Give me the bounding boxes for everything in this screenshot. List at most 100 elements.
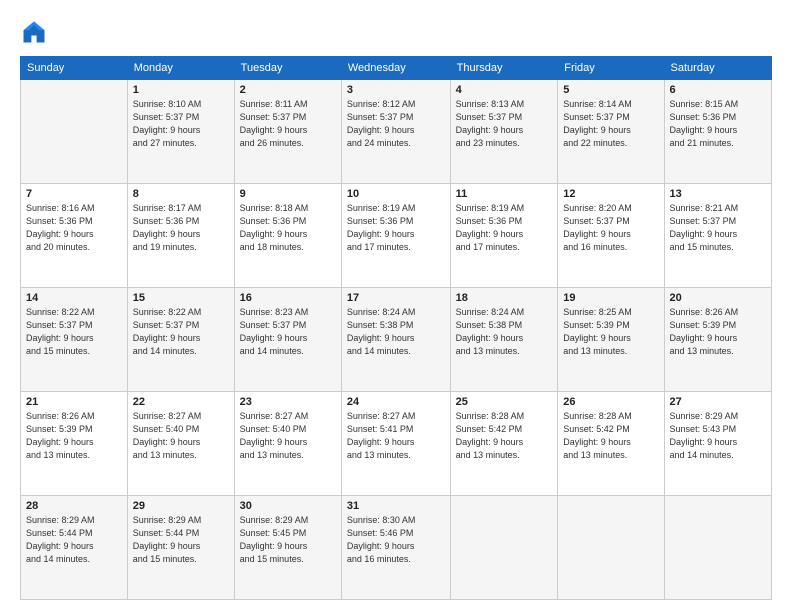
day-info: Sunrise: 8:22 AMSunset: 5:37 PMDaylight:… [26,306,122,358]
day-number: 14 [26,292,122,304]
day-info: Sunrise: 8:12 AMSunset: 5:37 PMDaylight:… [347,98,445,150]
calendar-header-sunday: Sunday [21,57,128,80]
day-cell: 13 Sunrise: 8:21 AMSunset: 5:37 PMDayligh… [664,184,771,288]
day-info: Sunrise: 8:25 AMSunset: 5:39 PMDaylight:… [563,306,658,358]
day-number: 5 [563,84,658,96]
day-number: 21 [26,396,122,408]
day-number: 31 [347,500,445,512]
day-info: Sunrise: 8:19 AMSunset: 5:36 PMDaylight:… [347,202,445,254]
day-cell: 28 Sunrise: 8:29 AMSunset: 5:44 PMDayligh… [21,496,128,600]
day-info: Sunrise: 8:22 AMSunset: 5:37 PMDaylight:… [133,306,229,358]
day-cell: 16Sunrise: 8:23 AMSunset: 5:37 PMDayligh… [234,288,341,392]
day-cell: 21 Sunrise: 8:26 AMSunset: 5:39 PMDayligh… [21,392,128,496]
day-info: Sunrise: 8:28 AMSunset: 5:42 PMDaylight:… [563,410,658,462]
day-cell: 14 Sunrise: 8:22 AMSunset: 5:37 PMDayligh… [21,288,128,392]
day-cell: 30 Sunrise: 8:29 AMSunset: 5:45 PMDayligh… [234,496,341,600]
day-info: Sunrise: 8:24 AMSunset: 5:38 PMDaylight:… [456,306,553,358]
calendar-header-tuesday: Tuesday [234,57,341,80]
day-number: 17 [347,292,445,304]
day-number: 4 [456,84,553,96]
day-cell: 23 Sunrise: 8:27 AMSunset: 5:40 PMDayligh… [234,392,341,496]
day-cell: 11 Sunrise: 8:19 AMSunset: 5:36 PMDayligh… [450,184,558,288]
day-cell [21,80,128,184]
day-info: Sunrise: 8:26 AMSunset: 5:39 PMDaylight:… [670,306,766,358]
day-number: 19 [563,292,658,304]
day-cell: 26 Sunrise: 8:28 AMSunset: 5:42 PMDayligh… [558,392,664,496]
logo [20,18,52,46]
day-info: Sunrise: 8:18 AMSunset: 5:36 PMDaylight:… [240,202,336,254]
day-info: Sunrise: 8:15 AMSunset: 5:36 PMDaylight:… [670,98,766,150]
calendar-header-saturday: Saturday [664,57,771,80]
week-row-4: 21 Sunrise: 8:26 AMSunset: 5:39 PMDayligh… [21,392,772,496]
day-number: 28 [26,500,122,512]
day-info: Sunrise: 8:27 AMSunset: 5:40 PMDaylight:… [240,410,336,462]
day-info: Sunrise: 8:30 AMSunset: 5:46 PMDaylight:… [347,514,445,566]
day-info: Sunrise: 8:13 AMSunset: 5:37 PMDaylight:… [456,98,553,150]
day-cell [450,496,558,600]
day-info: Sunrise: 8:27 AMSunset: 5:41 PMDaylight:… [347,410,445,462]
day-number: 30 [240,500,336,512]
page: SundayMondayTuesdayWednesdayThursdayFrid… [0,0,792,612]
day-cell: 17 Sunrise: 8:24 AMSunset: 5:38 PMDayligh… [341,288,450,392]
day-cell: 10 Sunrise: 8:19 AMSunset: 5:36 PMDayligh… [341,184,450,288]
day-number: 22 [133,396,229,408]
day-cell: 19 Sunrise: 8:25 AMSunset: 5:39 PMDayligh… [558,288,664,392]
day-number: 26 [563,396,658,408]
day-info: Sunrise: 8:21 AMSunset: 5:37 PMDaylight:… [670,202,766,254]
calendar-header-wednesday: Wednesday [341,57,450,80]
day-cell: 2 Sunrise: 8:11 AMSunset: 5:37 PMDaylight… [234,80,341,184]
day-number: 2 [240,84,336,96]
day-cell: 22 Sunrise: 8:27 AMSunset: 5:40 PMDayligh… [127,392,234,496]
day-info: Sunrise: 8:11 AMSunset: 5:37 PMDaylight:… [240,98,336,150]
day-number: 1 [133,84,229,96]
day-info: Sunrise: 8:20 AMSunset: 5:37 PMDaylight:… [563,202,658,254]
day-number: 10 [347,188,445,200]
day-number: 25 [456,396,553,408]
day-cell: 27 Sunrise: 8:29 AMSunset: 5:43 PMDayligh… [664,392,771,496]
day-info: Sunrise: 8:29 AMSunset: 5:44 PMDaylight:… [26,514,122,566]
week-row-5: 28 Sunrise: 8:29 AMSunset: 5:44 PMDayligh… [21,496,772,600]
day-info: Sunrise: 8:29 AMSunset: 5:44 PMDaylight:… [133,514,229,566]
day-info: Sunrise: 8:29 AMSunset: 5:43 PMDaylight:… [670,410,766,462]
logo-icon [20,18,48,46]
day-info: Sunrise: 8:16 AMSunset: 5:36 PMDaylight:… [26,202,122,254]
day-cell: 6Sunrise: 8:15 AMSunset: 5:36 PMDaylight… [664,80,771,184]
calendar-header-monday: Monday [127,57,234,80]
day-info: Sunrise: 8:27 AMSunset: 5:40 PMDaylight:… [133,410,229,462]
day-cell: 15 Sunrise: 8:22 AMSunset: 5:37 PMDayligh… [127,288,234,392]
day-number: 7 [26,188,122,200]
day-info: Sunrise: 8:26 AMSunset: 5:39 PMDaylight:… [26,410,122,462]
day-cell: 18Sunrise: 8:24 AMSunset: 5:38 PMDayligh… [450,288,558,392]
day-cell: 3 Sunrise: 8:12 AMSunset: 5:37 PMDaylight… [341,80,450,184]
header [20,18,772,46]
day-info: Sunrise: 8:29 AMSunset: 5:45 PMDaylight:… [240,514,336,566]
calendar-header-thursday: Thursday [450,57,558,80]
day-cell: 31 Sunrise: 8:30 AMSunset: 5:46 PMDayligh… [341,496,450,600]
day-cell: 24Sunrise: 8:27 AMSunset: 5:41 PMDayligh… [341,392,450,496]
calendar-header-friday: Friday [558,57,664,80]
day-number: 15 [133,292,229,304]
day-cell: 25Sunrise: 8:28 AMSunset: 5:42 PMDayligh… [450,392,558,496]
day-cell [664,496,771,600]
day-cell: 4 Sunrise: 8:13 AMSunset: 5:37 PMDaylight… [450,80,558,184]
day-number: 13 [670,188,766,200]
day-cell: 9Sunrise: 8:18 AMSunset: 5:36 PMDaylight… [234,184,341,288]
day-cell: 8Sunrise: 8:17 AMSunset: 5:36 PMDaylight… [127,184,234,288]
day-number: 11 [456,188,553,200]
week-row-3: 14 Sunrise: 8:22 AMSunset: 5:37 PMDayligh… [21,288,772,392]
day-number: 29 [133,500,229,512]
calendar-header-row: SundayMondayTuesdayWednesdayThursdayFrid… [21,57,772,80]
day-number: 23 [240,396,336,408]
day-cell: 1Sunrise: 8:10 AMSunset: 5:37 PMDaylight… [127,80,234,184]
day-number: 3 [347,84,445,96]
day-number: 27 [670,396,766,408]
day-number: 16 [240,292,336,304]
day-cell: 7 Sunrise: 8:16 AMSunset: 5:36 PMDaylight… [21,184,128,288]
day-info: Sunrise: 8:24 AMSunset: 5:38 PMDaylight:… [347,306,445,358]
day-number: 20 [670,292,766,304]
day-info: Sunrise: 8:19 AMSunset: 5:36 PMDaylight:… [456,202,553,254]
week-row-1: 1Sunrise: 8:10 AMSunset: 5:37 PMDaylight… [21,80,772,184]
day-cell: 29 Sunrise: 8:29 AMSunset: 5:44 PMDayligh… [127,496,234,600]
day-info: Sunrise: 8:14 AMSunset: 5:37 PMDaylight:… [563,98,658,150]
day-number: 8 [133,188,229,200]
